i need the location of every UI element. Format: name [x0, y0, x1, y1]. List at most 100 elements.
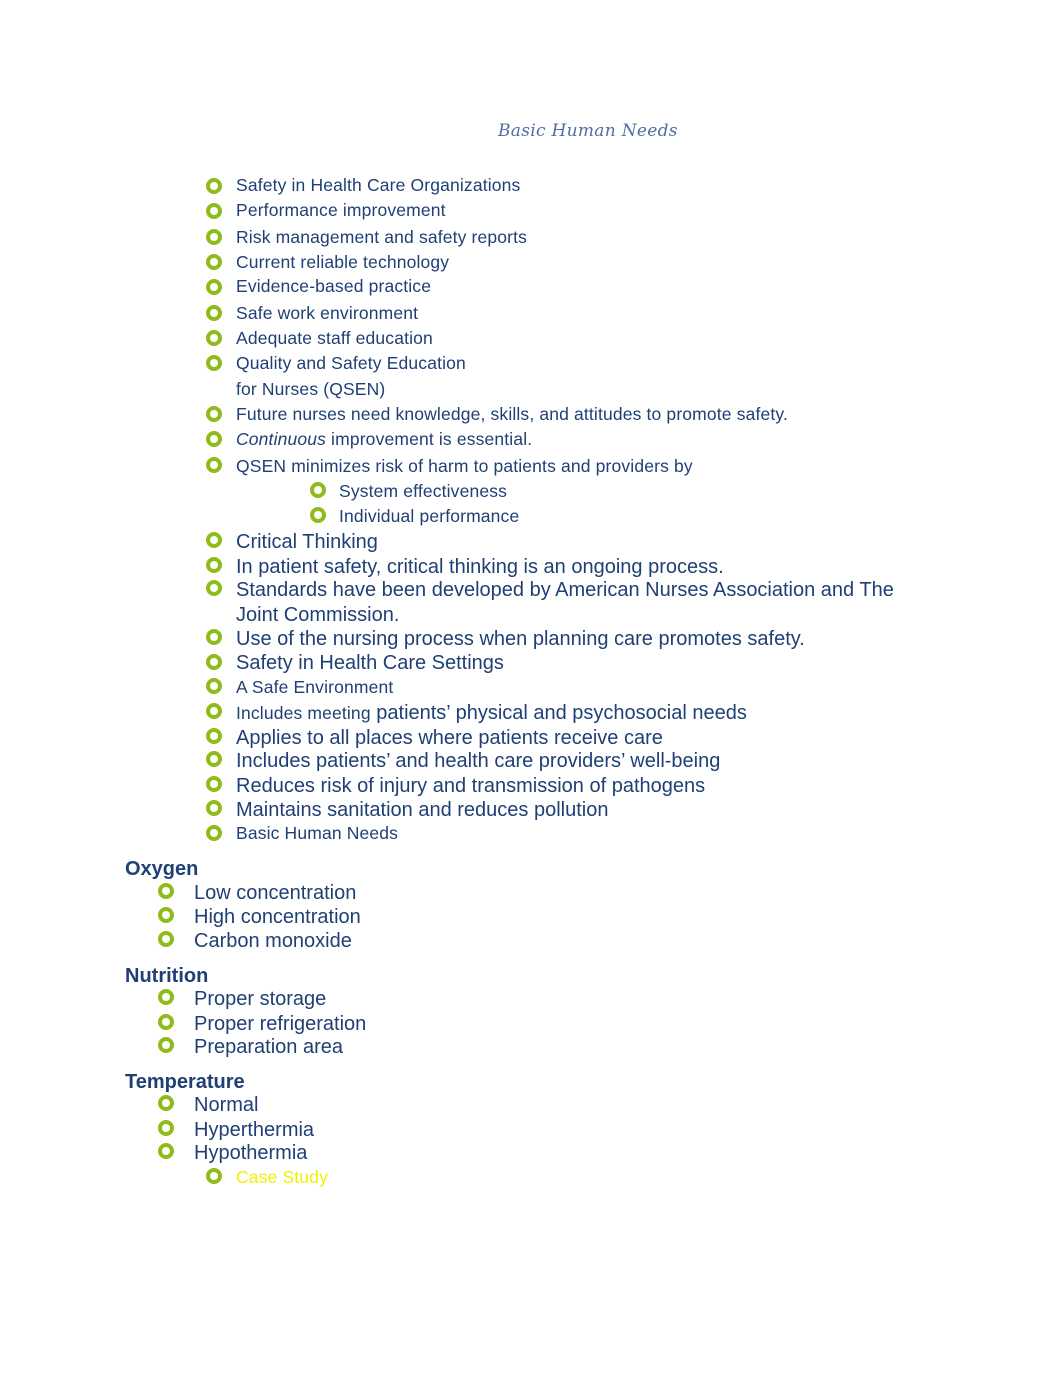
bullet-icon [206, 703, 222, 719]
item-text: Proper refrigeration [194, 1013, 367, 1035]
item-text: Performance improvement [236, 200, 446, 220]
item-text: Hyperthermia [194, 1119, 315, 1141]
bullet-icon [206, 330, 222, 346]
list-item: Normal [194, 1094, 258, 1117]
bullet-icon [206, 203, 222, 219]
list-item: Evidence-based practice [236, 276, 431, 297]
list-item: Preparation area [194, 1036, 343, 1059]
section-heading: Temperature [125, 1071, 245, 1093]
bullet-icon [206, 800, 222, 816]
item-text: Includes patients’ and health care provi… [236, 750, 721, 772]
list-item: Low concentration [194, 882, 356, 905]
bullet-icon [158, 1014, 174, 1030]
bullet-icon [206, 751, 222, 767]
item-text: System effectiveness [339, 481, 508, 501]
bullet-icon [206, 431, 222, 447]
list-item: Hyperthermia [194, 1119, 314, 1142]
item-text: Low concentration [194, 882, 357, 904]
item-text: Critical Thinking [236, 531, 378, 553]
bullet-icon [206, 654, 222, 670]
bullet-icon [158, 1037, 174, 1053]
list-item: Safety in Health Care Organizations [236, 175, 520, 196]
sub-list-item: Individual performance [339, 506, 519, 527]
item-text: Adequate staff education [236, 328, 433, 348]
list-item: Safety in Health Care Settings [236, 652, 504, 675]
bullet-icon [158, 989, 174, 1005]
item-text: Quality and Safety Education [236, 353, 466, 373]
list-item: Basic Human Needs [236, 823, 398, 844]
item-text: Preparation area [194, 1036, 343, 1058]
item-text: Joint Commission. [236, 604, 400, 626]
item-text: A Safe Environment [236, 677, 394, 697]
list-item-continuation: Joint Commission. [236, 604, 399, 627]
item-prefix: Includes meeting [236, 703, 371, 723]
list-item: Maintains sanitation and reduces polluti… [236, 799, 608, 822]
list-item: Quality and Safety Education [236, 353, 466, 374]
bullet-icon [206, 728, 222, 744]
bullet-icon [206, 532, 222, 548]
item-text: Safe work environment [236, 303, 419, 323]
bullet-icon [310, 507, 326, 523]
bullet-icon [158, 1120, 174, 1136]
bullet-icon [206, 1168, 222, 1184]
bullet-icon [158, 1095, 174, 1111]
item-text: Evidence-based practice [236, 276, 432, 296]
sub-list-item: System effectiveness [339, 481, 507, 502]
list-item: Carbon monoxide [194, 930, 352, 953]
list-item: A Safe Environment [236, 677, 393, 698]
list-item: Current reliable technology [236, 252, 449, 273]
item-text: High concentration [194, 906, 361, 928]
item-text: Current reliable technology [236, 252, 450, 272]
bullet-icon [206, 406, 222, 422]
item-text: Carbon monoxide [194, 930, 352, 952]
list-item: Reduces risk of injury and transmission … [236, 775, 705, 798]
item-text: QSEN minimizes risk of harm to patients … [236, 456, 693, 476]
section-heading: Nutrition [125, 965, 209, 987]
item-text: Individual performance [339, 506, 520, 526]
list-item: Adequate staff education [236, 328, 433, 349]
list-item: QSEN minimizes risk of harm to patients … [236, 456, 693, 477]
list-item: Performance improvement [236, 200, 446, 221]
list-item: Continuous improvement is essential. [236, 429, 532, 450]
item-text: for Nurses (QSEN) [236, 379, 386, 399]
item-text: In patient safety, critical thinking is … [236, 556, 724, 578]
list-item-continuation: for Nurses (QSEN) [236, 379, 385, 400]
item-text: Basic Human Needs [236, 823, 399, 843]
list-item: Future nurses need knowledge, skills, an… [236, 404, 788, 425]
list-item: In patient safety, critical thinking is … [236, 556, 724, 579]
item-text: Case Study [236, 1167, 328, 1187]
list-item: Use of the nursing process when planning… [236, 628, 805, 651]
bullet-icon [206, 678, 222, 694]
list-item: Applies to all places where patients rec… [236, 727, 663, 750]
bullet-icon [158, 931, 174, 947]
bullet-icon [206, 305, 222, 321]
list-item: Proper storage [194, 988, 326, 1011]
list-item: Safe work environment [236, 303, 418, 324]
list-item: Risk management and safety reports [236, 227, 527, 248]
bullet-icon [206, 776, 222, 792]
bullet-icon [206, 355, 222, 371]
bullet-icon [206, 178, 222, 194]
document-page: Basic Human Needs Safety in Health Care … [0, 0, 1062, 1377]
bullet-icon [206, 629, 222, 645]
list-item: Hypothermia [194, 1142, 307, 1165]
item-text: Applies to all places where patients rec… [236, 727, 663, 749]
item-text: Standards have been developed by America… [236, 579, 894, 601]
bullet-icon [206, 279, 222, 295]
bullet-icon [310, 482, 326, 498]
bullet-icon [206, 229, 222, 245]
item-text: Risk management and safety reports [236, 227, 528, 247]
document-title: Basic Human Needs [498, 121, 678, 141]
item-text: Proper storage [194, 988, 327, 1010]
bullet-icon [206, 457, 222, 473]
item-text: Safety in Health Care Settings [236, 652, 504, 674]
item-text: Use of the nursing process when planning… [236, 628, 805, 650]
item-text: Safety in Health Care Organizations [236, 175, 521, 195]
bullet-icon [158, 1143, 174, 1159]
bullet-icon [158, 907, 174, 923]
item-text: improvement is essential. [326, 429, 533, 449]
list-item: Standards have been developed by America… [236, 579, 894, 602]
item-emphasis: Continuous [236, 429, 327, 449]
item-text: Normal [194, 1094, 259, 1116]
item-text: Future nurses need knowledge, skills, an… [236, 404, 788, 424]
